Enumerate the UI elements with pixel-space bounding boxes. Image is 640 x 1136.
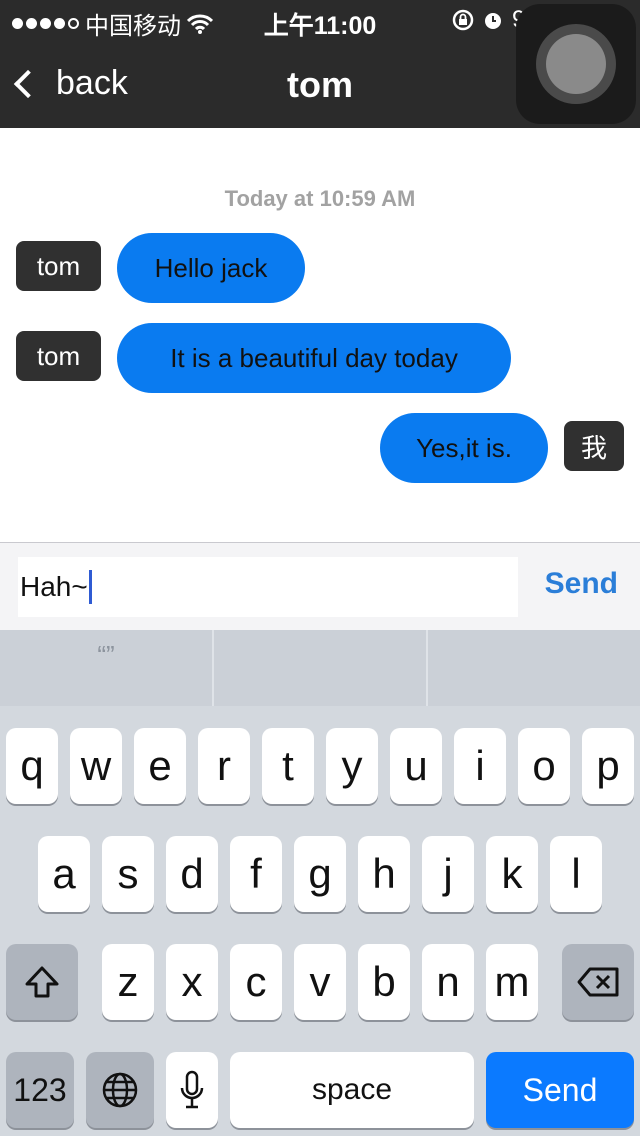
chat-area[interactable]: Today at 10:59 AM tom Hello jack tom It … (0, 128, 640, 542)
key-n[interactable]: n (422, 944, 474, 1020)
microphone-icon (180, 1070, 204, 1109)
key-o[interactable]: o (518, 728, 570, 804)
space-key[interactable]: space (230, 1052, 474, 1128)
key-t[interactable]: t (262, 728, 314, 804)
key-h[interactable]: h (358, 836, 410, 912)
key-c[interactable]: c (230, 944, 282, 1020)
key-y[interactable]: y (326, 728, 378, 804)
shift-icon (25, 966, 59, 998)
key-e[interactable]: e (134, 728, 186, 804)
key-j[interactable]: j (422, 836, 474, 912)
message-bubble[interactable]: Hello jack (117, 233, 305, 303)
key-f[interactable]: f (230, 836, 282, 912)
message-bubble[interactable]: Yes,it is. (380, 413, 548, 483)
keyboard-send-key[interactable]: Send (486, 1052, 634, 1128)
key-w[interactable]: w (70, 728, 122, 804)
predictive-bar: “” (0, 630, 640, 706)
key-z[interactable]: z (102, 944, 154, 1020)
message-input[interactable]: Hah~ (18, 557, 518, 617)
key-q[interactable]: q (6, 728, 58, 804)
suggestion-2[interactable] (214, 630, 428, 706)
key-r[interactable]: r (198, 728, 250, 804)
numbers-key[interactable]: 123 (6, 1052, 74, 1128)
delete-key[interactable] (562, 944, 634, 1020)
key-l[interactable]: l (550, 836, 602, 912)
suggestion-1[interactable]: “” (0, 630, 214, 706)
text-caret (88, 570, 92, 604)
shift-key[interactable] (6, 944, 78, 1020)
rotation-lock-icon (452, 9, 474, 31)
suggestion-3[interactable] (428, 630, 640, 706)
globe-key[interactable] (86, 1052, 154, 1128)
key-u[interactable]: u (390, 728, 442, 804)
alarm-icon (482, 9, 504, 31)
backspace-icon (577, 967, 619, 997)
key-s[interactable]: s (102, 836, 154, 912)
sender-avatar[interactable]: tom (16, 331, 101, 381)
key-m[interactable]: m (486, 944, 538, 1020)
message-input-bar: Hah~ Send (0, 542, 640, 630)
key-k[interactable]: k (486, 836, 538, 912)
message-bubble[interactable]: It is a beautiful day today (117, 323, 511, 393)
key-i[interactable]: i (454, 728, 506, 804)
key-p[interactable]: p (582, 728, 634, 804)
assistive-touch-knob (546, 34, 606, 94)
key-b[interactable]: b (358, 944, 410, 1020)
sender-avatar[interactable]: tom (16, 241, 101, 291)
globe-icon (102, 1072, 138, 1108)
message-timestamp: Today at 10:59 AM (224, 186, 416, 211)
key-g[interactable]: g (294, 836, 346, 912)
assistive-touch-button[interactable] (516, 4, 636, 124)
navigation-bar: 中国移动 上午11:00 back tom (0, 0, 640, 128)
self-avatar[interactable]: 我 (564, 421, 624, 471)
send-button[interactable]: Send (545, 567, 618, 601)
key-v[interactable]: v (294, 944, 346, 1020)
key-a[interactable]: a (38, 836, 90, 912)
message-input-value: Hah~ (20, 571, 88, 602)
keyboard: q w e r t y u i o p a s d f g h j k l z … (0, 706, 640, 1136)
key-d[interactable]: d (166, 836, 218, 912)
key-x[interactable]: x (166, 944, 218, 1020)
dictation-key[interactable] (166, 1052, 218, 1128)
